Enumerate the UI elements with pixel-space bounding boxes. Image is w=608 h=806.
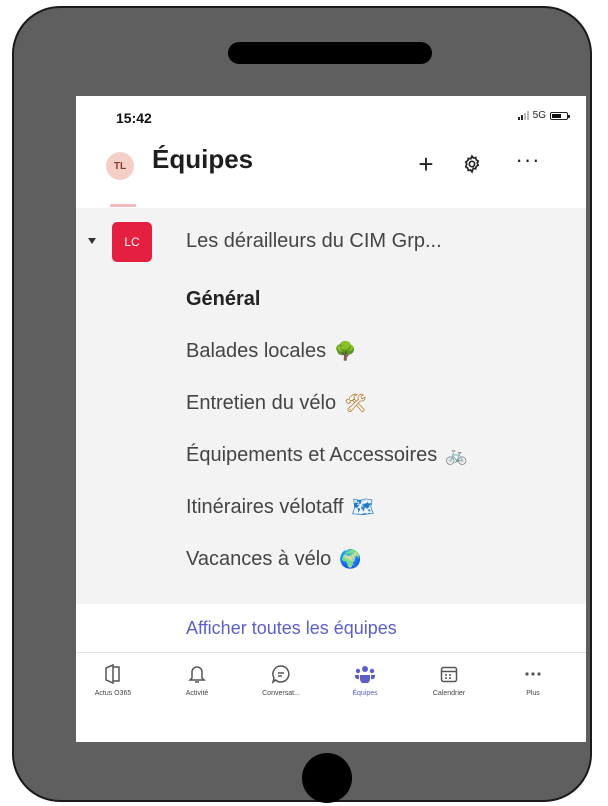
channel-equipements-accessoires[interactable]: Équipements et Accessoires 🚲 xyxy=(186,444,468,467)
channel-label: Entretien du vélo xyxy=(186,392,337,414)
tab-activite[interactable]: Activité xyxy=(160,662,234,697)
team-name[interactable]: Les dérailleurs du CIM Grp... xyxy=(186,230,442,253)
tab-plus[interactable]: Plus xyxy=(496,662,570,697)
show-all-teams-link[interactable]: Afficher toutes les équipes xyxy=(186,618,397,639)
bell-icon xyxy=(188,662,206,686)
add-button[interactable]: + xyxy=(410,148,442,180)
app-header: TL Équipes + ··· xyxy=(76,144,586,188)
tree-icon: 🌳 xyxy=(334,341,357,362)
app-screen: 15:42 5G TL Équipes + ··· LC Les déraill… xyxy=(76,96,586,742)
phone-speaker xyxy=(228,42,432,64)
tab-bar-divider xyxy=(76,652,586,653)
channel-general[interactable]: Général xyxy=(186,288,260,311)
channel-label: Itinéraires vélotaff xyxy=(186,496,344,518)
tab-label: Calendrier xyxy=(432,690,466,697)
channel-label: Équipements et Accessoires xyxy=(186,444,438,466)
battery-icon xyxy=(550,111,570,120)
collapse-caret-icon[interactable] xyxy=(88,238,96,244)
tab-conversations[interactable]: Conversat... xyxy=(244,662,318,697)
status-time: 15:42 xyxy=(116,110,152,126)
chat-icon xyxy=(271,662,291,686)
calendar-icon xyxy=(440,662,458,686)
channel-balades-locales[interactable]: Balades locales 🌳 xyxy=(186,340,357,363)
tab-actus[interactable]: Actus O365 xyxy=(76,662,150,697)
channel-vacances-velo[interactable]: Vacances à vélo 🌍 xyxy=(186,548,362,571)
phone-frame: 15:42 5G TL Équipes + ··· LC Les déraill… xyxy=(12,6,592,803)
news-icon xyxy=(104,662,122,686)
status-indicators: 5G xyxy=(517,110,570,121)
tab-equipes[interactable]: Équipes xyxy=(328,662,402,697)
tab-label: Équipes xyxy=(352,690,378,697)
tab-bar: Actus O365 Activité Conversat... Équipes… xyxy=(76,662,586,722)
tab-label: Conversat... xyxy=(262,690,300,697)
gear-icon xyxy=(464,154,480,174)
signal-icon xyxy=(517,111,529,120)
more-options-button[interactable]: ··· xyxy=(512,144,544,176)
previous-team-indicator xyxy=(110,204,136,207)
channel-itineraires-velotaff[interactable]: Itinéraires vélotaff 🗺 xyxy=(186,496,374,519)
avatar[interactable]: TL xyxy=(106,152,134,180)
tab-calendrier[interactable]: Calendrier xyxy=(412,662,486,697)
status-bar: 15:42 5G xyxy=(76,96,586,136)
channel-label: Balades locales xyxy=(186,340,327,362)
channel-entretien-velo[interactable]: Entretien du vélo 🛠 xyxy=(186,392,367,415)
channel-label: Général xyxy=(186,288,261,310)
tools-icon: 🛠 xyxy=(344,393,367,414)
page-title: Équipes xyxy=(152,144,254,174)
team-panel: LC Les dérailleurs du CIM Grp... Général… xyxy=(76,208,586,604)
settings-button[interactable] xyxy=(456,148,488,180)
more-icon xyxy=(525,662,541,686)
tab-label: Activité xyxy=(185,690,209,697)
map-icon: 🗺 xyxy=(351,497,375,518)
tab-label: Plus xyxy=(526,690,540,697)
team-header[interactable]: LC Les dérailleurs du CIM Grp... xyxy=(76,218,586,266)
teams-icon xyxy=(354,662,376,686)
globe-icon: 🌍 xyxy=(339,549,362,570)
team-logo: LC xyxy=(112,222,152,262)
channel-label: Vacances à vélo xyxy=(186,548,332,570)
tab-label: Actus O365 xyxy=(94,690,132,697)
bicycle-icon: 🚲 xyxy=(445,445,468,466)
network-label: 5G xyxy=(532,110,546,121)
home-button[interactable] xyxy=(302,753,352,803)
